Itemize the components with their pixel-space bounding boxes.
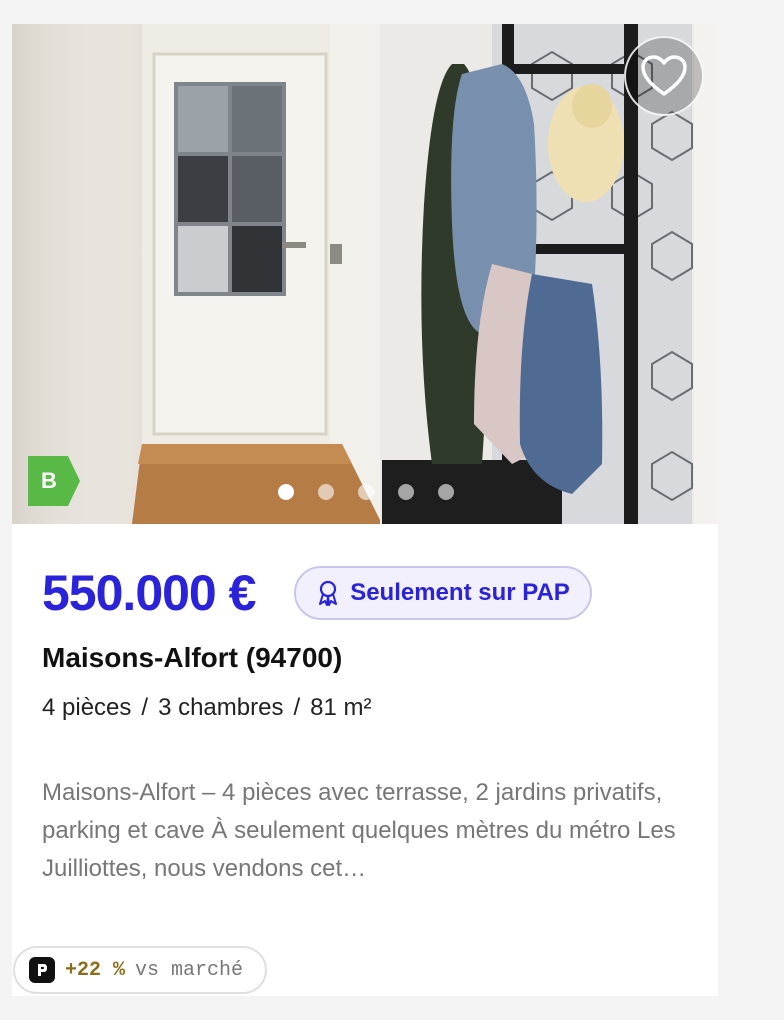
exclusive-pap-label: Seulement sur PAP	[350, 579, 570, 606]
spec-bedrooms: 3 chambres	[158, 694, 284, 721]
listing-card[interactable]: B 550.000 € Seulement sur PAP Maisons-Al…	[12, 24, 718, 996]
energy-class-badge: B	[28, 456, 80, 506]
listing-specs: 4 pièces / 3 chambres / 81 m²	[42, 694, 371, 722]
listing-city[interactable]: Maisons-Alfort (94700)	[42, 642, 342, 674]
favorite-button[interactable]	[624, 36, 704, 116]
carousel-dot[interactable]	[318, 484, 334, 500]
spec-separator: /	[141, 694, 149, 721]
carousel-indicators	[278, 484, 454, 500]
award-ribbon-icon	[319, 580, 338, 606]
spec-separator: /	[293, 694, 301, 721]
market-comparison-badge[interactable]: +22 % vs marché	[13, 946, 267, 994]
spec-area: 81 m²	[310, 694, 372, 721]
market-comparison-label: vs marché	[135, 958, 244, 982]
listing-price: 550.000 €	[42, 565, 256, 621]
carousel-dot[interactable]	[278, 484, 294, 500]
carousel-dot[interactable]	[438, 484, 454, 500]
carousel-dot[interactable]	[358, 484, 374, 500]
p-logo-icon	[29, 957, 55, 983]
listing-photo[interactable]: B	[12, 24, 718, 524]
spec-rooms: 4 pièces	[42, 694, 132, 721]
listing-description: Maisons-Alfort – 4 pièces avec terrasse,…	[42, 779, 676, 882]
hallway-photo-illustration	[12, 24, 718, 524]
carousel-dot[interactable]	[398, 484, 414, 500]
market-comparison-value: +22 %	[65, 958, 126, 982]
exclusive-pap-badge: Seulement sur PAP	[294, 566, 592, 620]
energy-class-label: B	[41, 468, 57, 493]
heart-outline-icon	[641, 55, 687, 96]
